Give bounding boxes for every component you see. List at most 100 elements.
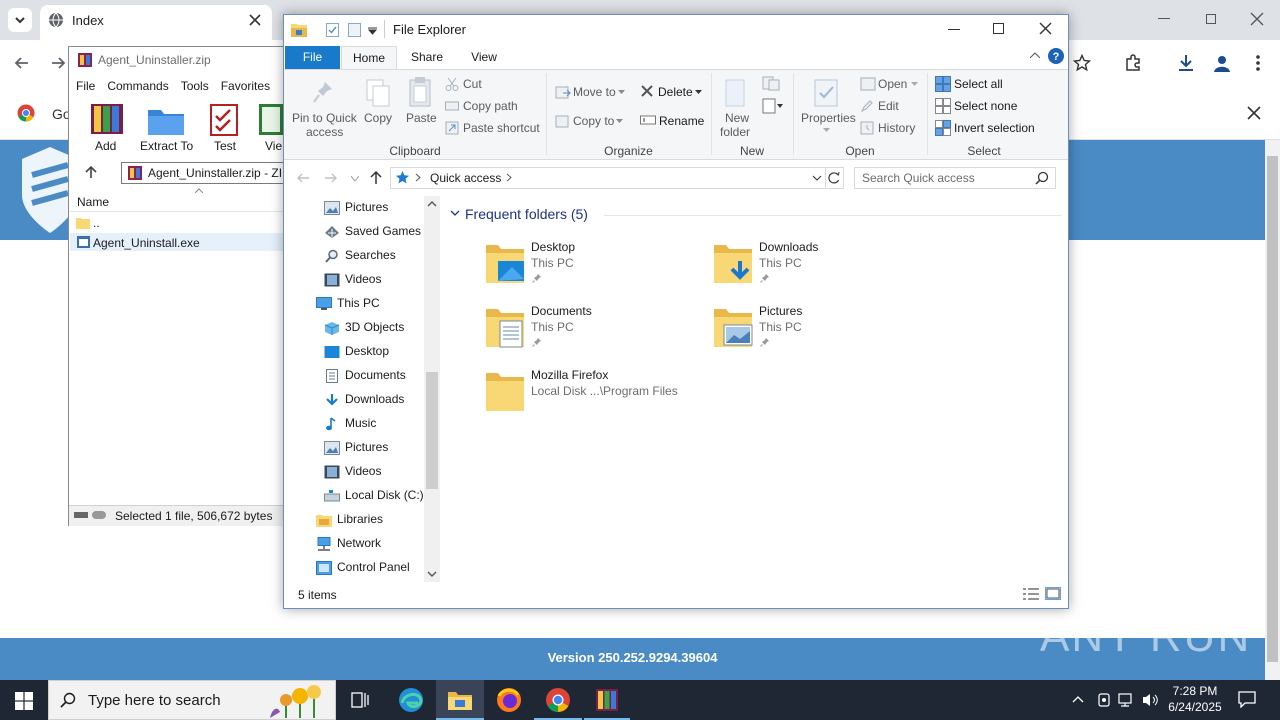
properties-dropdown-icon[interactable] bbox=[823, 128, 830, 132]
new-item-icon[interactable] bbox=[762, 76, 782, 92]
explorer-maximize-icon[interactable] bbox=[993, 23, 1004, 34]
pin-quick-access-label-2[interactable]: access bbox=[306, 125, 343, 139]
nav-item-libraries[interactable]: Libraries bbox=[316, 508, 383, 532]
scroll-up-icon[interactable] bbox=[427, 201, 437, 207]
copy-to-icon[interactable] bbox=[555, 114, 571, 128]
winrar-menu-tools[interactable]: Tools bbox=[181, 79, 209, 93]
nav-item-videos[interactable]: Videos bbox=[324, 460, 381, 484]
bookmark-star-icon[interactable] bbox=[1073, 54, 1091, 72]
nav-item-this-pc[interactable]: This PC bbox=[316, 292, 380, 316]
info-bar-close-icon[interactable] bbox=[1247, 106, 1261, 120]
copy-path-icon[interactable] bbox=[445, 99, 459, 113]
pin-icon[interactable] bbox=[312, 80, 334, 106]
task-view-icon[interactable] bbox=[351, 692, 369, 708]
window-minimize-icon[interactable] bbox=[1158, 18, 1170, 19]
large-icons-view-icon[interactable] bbox=[1045, 587, 1061, 600]
paste-icon[interactable] bbox=[408, 76, 432, 108]
cut-icon[interactable] bbox=[445, 77, 459, 91]
winrar-view-button[interactable]: Vie bbox=[265, 139, 282, 153]
search-icon[interactable] bbox=[1035, 171, 1049, 185]
move-to-button[interactable]: Move to bbox=[573, 85, 616, 99]
nav-item-searches[interactable]: Searches bbox=[324, 244, 396, 268]
search-input-placeholder[interactable]: Search Quick access bbox=[862, 171, 975, 185]
select-none-button[interactable]: Select none bbox=[954, 99, 1017, 113]
pin-quick-access-label-1[interactable]: Pin to Quick bbox=[292, 111, 357, 125]
breadcrumb-chevron-icon[interactable] bbox=[506, 173, 512, 182]
winrar-menu-commands[interactable]: Commands bbox=[107, 79, 168, 93]
tab-view[interactable]: View bbox=[462, 46, 506, 70]
notification-icon[interactable] bbox=[1238, 690, 1256, 708]
tab-home[interactable]: Home bbox=[341, 46, 397, 70]
winrar-menu-favorites[interactable]: Favorites bbox=[221, 79, 270, 93]
winrar-taskbar-button[interactable] bbox=[584, 680, 630, 720]
nav-item-videos[interactable]: Videos bbox=[324, 268, 381, 292]
profile-avatar[interactable] bbox=[1212, 53, 1232, 73]
history-button[interactable]: History bbox=[878, 121, 915, 135]
new-folder-icon[interactable] bbox=[724, 78, 748, 108]
list-item[interactable] bbox=[70, 214, 290, 232]
open-button[interactable]: Open bbox=[878, 77, 907, 91]
network-tray-icon[interactable] bbox=[1118, 692, 1136, 708]
select-all-button[interactable]: Select all bbox=[954, 77, 1003, 91]
volume-icon[interactable] bbox=[1142, 692, 1160, 708]
properties-button[interactable]: Properties bbox=[801, 111, 856, 125]
details-view-icon[interactable] bbox=[1023, 588, 1039, 600]
collapse-group-icon[interactable] bbox=[450, 210, 460, 217]
help-icon[interactable]: ? bbox=[1048, 48, 1064, 64]
select-all-icon[interactable] bbox=[935, 76, 951, 92]
tab-file[interactable]: File bbox=[285, 46, 340, 69]
select-none-icon[interactable] bbox=[935, 98, 951, 114]
explorer-minimize-icon[interactable] bbox=[948, 29, 960, 30]
copy-icon[interactable] bbox=[365, 78, 391, 108]
browser-menu-icon[interactable] bbox=[1256, 55, 1260, 71]
new-folder-label-2[interactable]: folder bbox=[720, 125, 750, 139]
explorer-close-icon[interactable] bbox=[1039, 22, 1052, 35]
rename-icon[interactable] bbox=[640, 114, 656, 126]
delete-icon[interactable] bbox=[640, 84, 654, 98]
up-folder-icon[interactable] bbox=[84, 165, 98, 179]
extract-to-icon[interactable] bbox=[147, 104, 185, 136]
paste-shortcut-button[interactable]: Paste shortcut bbox=[463, 121, 540, 135]
open-dropdown-icon[interactable] bbox=[911, 82, 918, 86]
winrar-extract-button[interactable]: Extract To bbox=[140, 139, 193, 153]
edit-icon[interactable] bbox=[860, 99, 874, 113]
back-icon[interactable] bbox=[296, 171, 310, 185]
close-tab-icon[interactable] bbox=[248, 13, 262, 27]
firefox-icon[interactable] bbox=[496, 687, 522, 713]
forward-icon[interactable] bbox=[324, 171, 338, 185]
new-folder-label-1[interactable]: New bbox=[725, 111, 749, 125]
window-restore-icon[interactable] bbox=[1206, 14, 1216, 24]
windows-start-icon[interactable] bbox=[15, 692, 33, 710]
page-scrollbar-thumb[interactable] bbox=[1267, 156, 1278, 662]
nav-item-control-panel[interactable]: Control Panel bbox=[316, 556, 410, 580]
forward-icon[interactable] bbox=[50, 55, 66, 71]
winrar-test-button[interactable]: Test bbox=[214, 139, 236, 153]
tray-chevron-icon[interactable] bbox=[1072, 695, 1084, 703]
tray-device-icon[interactable] bbox=[1096, 692, 1112, 708]
delete-button[interactable]: Delete bbox=[658, 85, 693, 99]
winrar-menu-file[interactable]: File bbox=[76, 79, 95, 93]
taskbar-clock[interactable]: 7:28 PM 6/24/2025 bbox=[1160, 683, 1230, 715]
test-icon[interactable] bbox=[208, 102, 240, 136]
copy-button[interactable]: Copy bbox=[364, 111, 392, 125]
tab-share[interactable]: Share bbox=[405, 46, 449, 70]
winrar-add-button[interactable]: Add bbox=[95, 139, 116, 153]
file-explorer-taskbar-button[interactable] bbox=[436, 680, 484, 720]
ribbon-collapse-icon[interactable] bbox=[1030, 52, 1040, 58]
chrome-taskbar-button[interactable] bbox=[534, 680, 582, 720]
nav-item-local-disk[interactable]: Local Disk (C:) bbox=[324, 484, 424, 508]
nav-item-saved-games[interactable]: Saved Games bbox=[324, 220, 421, 244]
tab-search-button[interactable] bbox=[8, 8, 32, 32]
invert-selection-button[interactable]: Invert selection bbox=[954, 121, 1035, 135]
copy-to-button[interactable]: Copy to bbox=[573, 114, 614, 128]
edit-button[interactable]: Edit bbox=[878, 99, 899, 113]
nav-item-pictures[interactable]: Pictures bbox=[324, 196, 388, 220]
quick-access-newfolder-icon[interactable] bbox=[348, 23, 361, 37]
breadcrumb-chevron-icon[interactable] bbox=[415, 173, 421, 182]
history-icon[interactable] bbox=[860, 121, 874, 135]
move-to-icon[interactable] bbox=[555, 85, 571, 99]
rename-button[interactable]: Rename bbox=[659, 114, 704, 128]
add-archive-icon[interactable] bbox=[89, 102, 125, 136]
paste-shortcut-icon[interactable] bbox=[445, 121, 459, 135]
breadcrumb-quick-access[interactable]: Quick access bbox=[430, 171, 501, 185]
